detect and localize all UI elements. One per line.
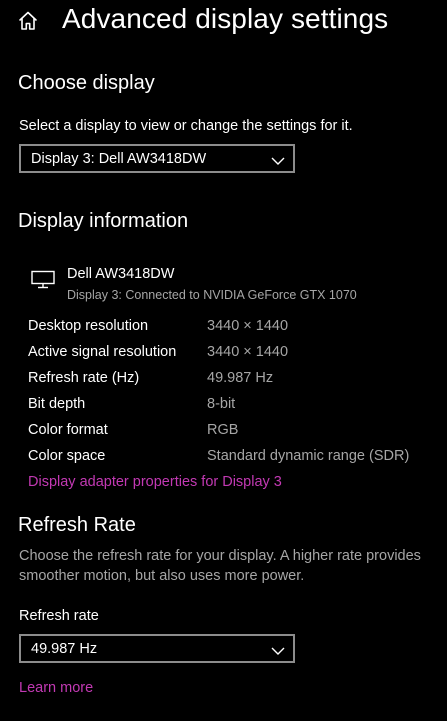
info-label-refresh-rate: Refresh rate (Hz) (28, 370, 140, 386)
choose-display-heading: Choose display (18, 72, 155, 94)
info-value-color-format: RGB (207, 422, 239, 438)
learn-more-link[interactable]: Learn more (19, 680, 93, 696)
monitor-icon (31, 270, 55, 290)
monitor-name: Dell AW3418DW (67, 266, 175, 282)
refresh-rate-heading: Refresh Rate (18, 514, 136, 536)
display-information-heading: Display information (18, 210, 189, 232)
chevron-down-icon (271, 153, 285, 165)
refresh-rate-field-label: Refresh rate (19, 608, 99, 624)
monitor-connection: Display 3: Connected to NVIDIA GeForce G… (67, 288, 357, 302)
display-adapter-properties-link[interactable]: Display adapter properties for Display 3 (28, 474, 282, 490)
display-select-value: Display 3: Dell AW3418DW (31, 151, 207, 167)
info-value-color-space: Standard dynamic range (SDR) (207, 448, 410, 464)
page-title: Advanced display settings (62, 3, 389, 34)
home-icon[interactable] (16, 9, 40, 33)
display-select-dropdown[interactable]: Display 3: Dell AW3418DW (19, 144, 295, 173)
info-value-bit-depth: 8-bit (207, 396, 236, 412)
info-label-color-space: Color space (28, 448, 106, 464)
chevron-down-icon (271, 643, 285, 655)
info-label-desktop-resolution: Desktop resolution (28, 318, 149, 334)
info-label-color-format: Color format (28, 422, 108, 438)
info-label-active-signal-resolution: Active signal resolution (28, 344, 177, 360)
info-value-desktop-resolution: 3440 × 1440 (207, 318, 289, 334)
choose-display-instruction: Select a display to view or change the s… (19, 118, 353, 134)
refresh-rate-description: Choose the refresh rate for your display… (19, 548, 421, 584)
info-label-bit-depth: Bit depth (28, 396, 86, 412)
info-value-refresh-rate: 49.987 Hz (207, 370, 274, 386)
info-value-active-signal-resolution: 3440 × 1440 (207, 344, 289, 360)
refresh-rate-value: 49.987 Hz (31, 641, 98, 657)
refresh-rate-dropdown[interactable]: 49.987 Hz (19, 634, 295, 663)
